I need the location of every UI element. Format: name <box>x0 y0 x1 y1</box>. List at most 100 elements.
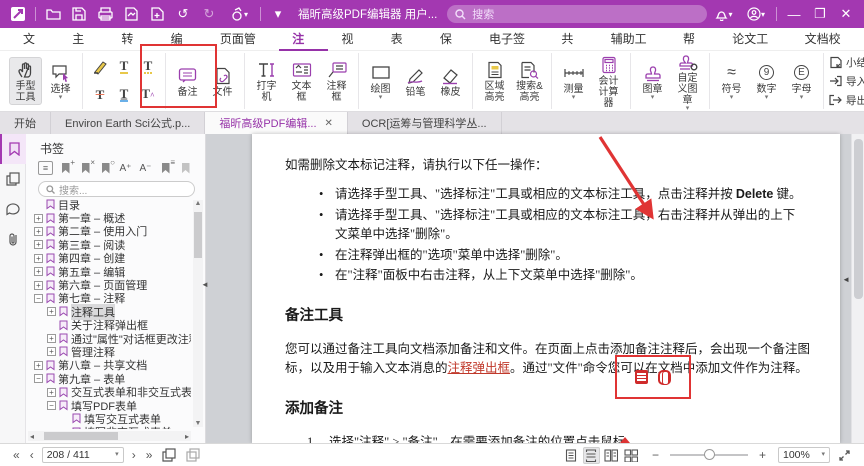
expand-text-button[interactable]: A⁺ <box>118 161 133 175</box>
textbox-button[interactable]: 文本框 <box>285 58 318 104</box>
eraser-button[interactable]: 橡皮 <box>434 64 467 99</box>
add-bookmark-button[interactable]: + <box>58 161 73 175</box>
select-annotation-button[interactable]: 选择 ▾ <box>44 61 77 102</box>
page-number-input[interactable]: 208 / 411▾ <box>42 447 124 463</box>
number-button[interactable]: 9 数字 ▾ <box>750 61 783 102</box>
document-tab[interactable]: 开始 <box>0 112 51 134</box>
scrollbar-thumb[interactable] <box>194 212 202 258</box>
menu-item[interactable]: 表单 <box>378 28 427 51</box>
global-search-input[interactable]: 搜索 <box>447 5 707 23</box>
continuous-facing-view-button[interactable] <box>623 447 640 464</box>
summarize-comments-button[interactable]: 小结注释 <box>829 53 864 71</box>
zoom-in-button[interactable]: + <box>754 448 771 462</box>
tree-expander-icon[interactable]: − <box>34 374 43 383</box>
drawing-button[interactable]: 绘图 ▾ <box>364 61 397 102</box>
pencil-button[interactable]: 铅笔 <box>399 64 432 99</box>
collapse-ribbon-chevron[interactable]: ∧ <box>845 96 852 107</box>
search-highlight-button[interactable]: 搜索&高亮 <box>513 58 546 104</box>
scan-ocr-button[interactable] <box>119 3 143 25</box>
facing-view-button[interactable] <box>603 447 620 464</box>
replace-text-tool-button[interactable]: T̲ <box>112 82 136 108</box>
zoom-slider[interactable]: − + <box>647 448 771 462</box>
menu-item[interactable]: 帮助 <box>670 28 719 51</box>
quick-tool-button[interactable]: ▾ <box>223 3 255 25</box>
document-vertical-scrollbar[interactable] <box>851 134 864 443</box>
menu-item[interactable]: 保护 <box>427 28 476 51</box>
print-button[interactable] <box>93 3 117 25</box>
zoom-level-input[interactable]: 100%▾ <box>778 447 830 463</box>
attachments-panel-button[interactable] <box>0 224 26 254</box>
bookmark-tree-item[interactable]: 填写非交互式表单 <box>26 426 191 429</box>
comments-panel-button[interactable] <box>0 194 26 224</box>
bookmarks-panel-button[interactable] <box>0 134 26 164</box>
scrollbar-thumb[interactable] <box>44 432 118 440</box>
underline-tool-button[interactable]: T <box>112 54 136 80</box>
bookmark-disabled-button[interactable] <box>178 161 193 175</box>
clipboard-button[interactable] <box>181 448 205 462</box>
collapse-right-arrow[interactable]: ◄ <box>842 275 850 284</box>
tree-expander-icon[interactable]: − <box>47 401 56 410</box>
create-pdf-button[interactable] <box>145 3 169 25</box>
panel-horizontal-scrollbar[interactable]: ◂ ▸ <box>28 431 191 441</box>
hand-tool-button[interactable]: 手型工具 <box>9 57 42 105</box>
first-page-button[interactable]: « <box>8 448 25 462</box>
account-button[interactable]: ▾ <box>741 3 771 25</box>
document-tab[interactable]: OCR[运筹与管理科学丛... <box>348 112 502 134</box>
continuous-view-button[interactable] <box>583 447 600 464</box>
tree-expander-icon[interactable]: + <box>47 347 56 356</box>
letter-button[interactable]: E 字母 ▾ <box>785 61 818 102</box>
menu-item[interactable]: 文档校对 <box>792 28 864 51</box>
collapse-panel-arrow[interactable]: ◄ <box>201 280 209 289</box>
save-button[interactable] <box>67 3 91 25</box>
tab-close-icon[interactable]: ✕ <box>325 118 333 129</box>
strikeout-tool-button[interactable]: T <box>88 82 112 108</box>
menu-item[interactable]: 视图 <box>328 28 377 51</box>
zoom-knob[interactable] <box>704 449 715 460</box>
panel-vertical-scrollbar[interactable]: ▲ ▼ <box>193 200 203 427</box>
pages-panel-button[interactable] <box>0 164 26 194</box>
bookmark-search-input[interactable]: 搜索... <box>38 181 195 197</box>
menu-item[interactable]: 辅助工具 <box>598 28 670 51</box>
callout-button[interactable]: 注释框 <box>320 58 353 104</box>
tree-expander-icon[interactable]: + <box>34 240 43 249</box>
tree-expander-icon[interactable]: + <box>34 227 43 236</box>
document-tab[interactable]: 福昕高级PDF编辑...✕ <box>205 112 348 134</box>
menu-item[interactable]: 注释 <box>279 28 328 51</box>
undo-button[interactable]: ↺ <box>171 3 195 25</box>
scroll-right-arrow[interactable]: ▸ <box>185 432 189 441</box>
redo-button[interactable]: ↻ <box>197 3 221 25</box>
maximize-button[interactable]: ❐ <box>808 3 832 25</box>
highlight-tool-button[interactable] <box>88 54 112 80</box>
bookmark-label[interactable]: 填写非交互式表单 <box>84 424 172 429</box>
find-bookmark-button[interactable]: ○ <box>98 161 113 175</box>
notifications-bell-button[interactable]: ▾ <box>709 3 739 25</box>
snapshot-button[interactable] <box>157 448 181 462</box>
custom-stamp-button[interactable]: 自定义图章 ▾ <box>671 50 704 113</box>
prev-page-button[interactable]: ‹ <box>25 448 39 462</box>
tree-expander-icon[interactable]: + <box>34 267 43 276</box>
measure-button[interactable]: 测量 ▾ <box>557 61 590 102</box>
minimize-button[interactable]: — <box>782 3 806 25</box>
tree-expander-icon[interactable]: + <box>34 281 43 290</box>
close-button[interactable]: ✕ <box>834 3 858 25</box>
menu-item[interactable]: 页面管理 <box>207 28 279 51</box>
scrollbar-thumb[interactable] <box>854 139 863 299</box>
single-page-view-button[interactable] <box>563 447 580 464</box>
tree-expander-icon[interactable]: + <box>34 254 43 263</box>
doc-link[interactable]: 注释弹出框 <box>448 361 511 375</box>
menu-item[interactable]: 共享 <box>548 28 597 51</box>
area-highlight-button[interactable]: 区域高亮 <box>478 58 511 104</box>
tree-expander-icon[interactable]: + <box>34 361 43 370</box>
open-file-button[interactable] <box>41 3 65 25</box>
tree-expander-icon[interactable]: + <box>47 334 56 343</box>
accounting-calculator-button[interactable]: 会计计算器 <box>592 53 625 110</box>
zoom-out-button[interactable]: − <box>647 448 664 462</box>
menu-item[interactable]: 文件 <box>10 28 59 51</box>
tree-expander-icon[interactable]: + <box>34 214 43 223</box>
fullscreen-button[interactable] <box>833 449 856 462</box>
delete-bookmark-button[interactable]: × <box>78 161 93 175</box>
shrink-text-button[interactable]: A⁻ <box>138 161 153 175</box>
customize-toolbar-chevron[interactable]: ▾ <box>266 3 290 25</box>
menu-item[interactable]: 主页 <box>59 28 108 51</box>
tree-expander-icon[interactable]: − <box>34 294 43 303</box>
